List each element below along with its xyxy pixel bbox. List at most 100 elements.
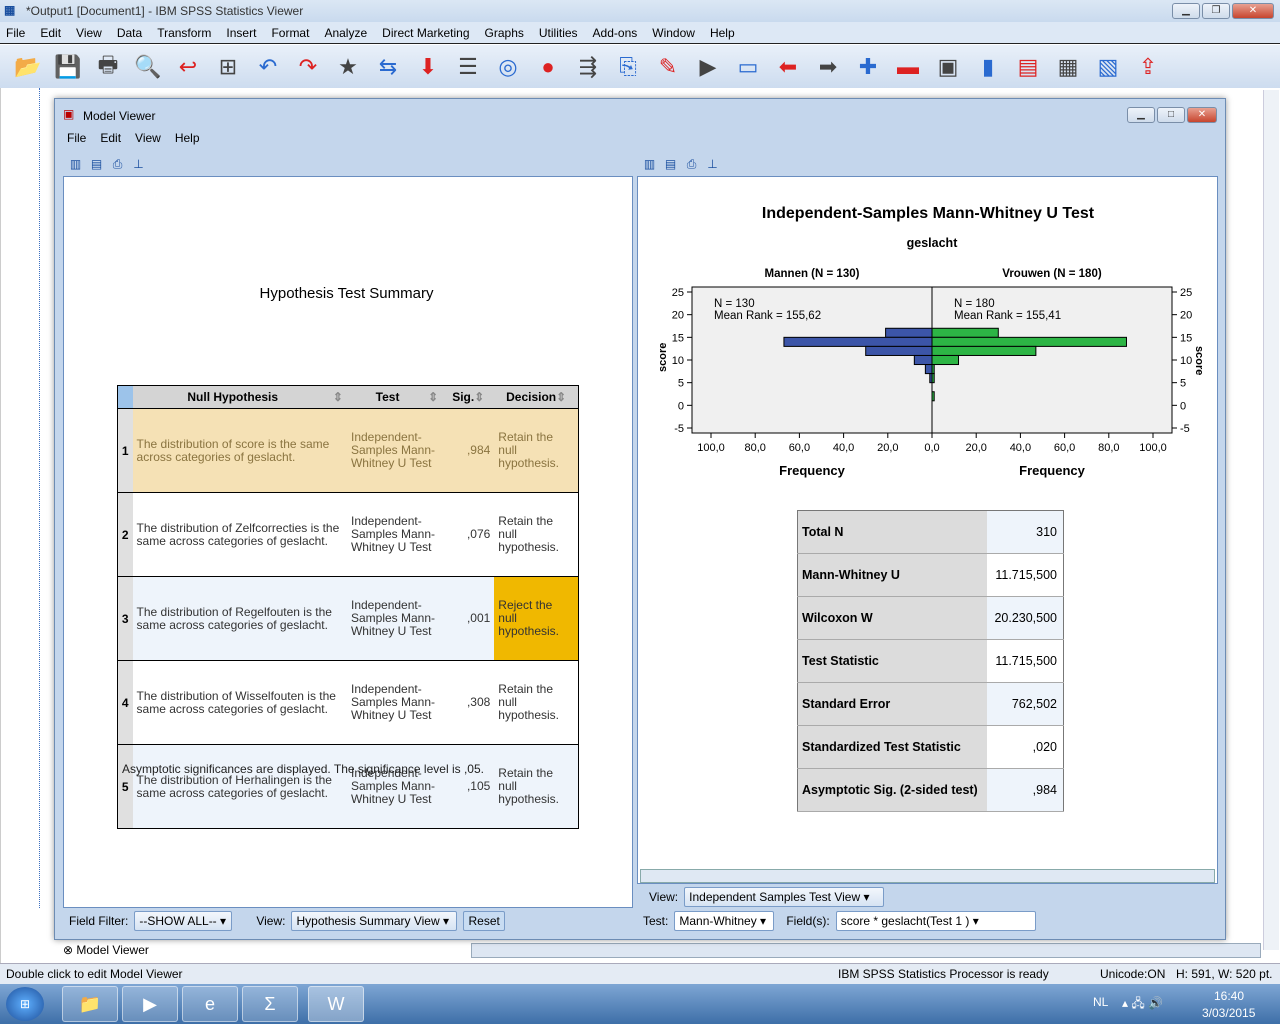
export-output-icon[interactable]: ⇪ (1132, 51, 1164, 83)
test-select[interactable]: Mann-Whitney ▾ (674, 911, 775, 931)
language-indicator[interactable]: NL (1093, 995, 1108, 1009)
insert-heading-icon[interactable]: ▤ (1012, 51, 1044, 83)
redo-icon[interactable]: ↷ (292, 51, 324, 83)
menu-data[interactable]: Data (111, 22, 151, 43)
outline-item-model-viewer[interactable]: ⊗ Model Viewer (63, 943, 149, 957)
table-row[interactable]: 3 The distribution of Regelfouten is the … (117, 576, 579, 661)
taskbar-explorer[interactable]: 📁 (62, 986, 118, 1022)
histogram-bar-mannen (885, 327, 933, 338)
view-select[interactable]: Hypothesis Summary View ▾ (291, 911, 458, 931)
row-test: Independent-Samples Mann-Whitney U Test (350, 766, 436, 806)
menu-direct-marketing[interactable]: Direct Marketing (376, 22, 478, 43)
mv-menu-view[interactable]: View (131, 131, 171, 145)
right-view-select[interactable]: Independent Samples Test View ▾ (684, 887, 885, 907)
view-label: View: (256, 914, 286, 928)
close-button[interactable]: ✕ (1232, 3, 1274, 19)
mv-menu-edit[interactable]: Edit (96, 131, 131, 145)
y-tick-label-left: 5 (678, 378, 684, 390)
menu-format[interactable]: Format (265, 22, 318, 43)
forward-icon[interactable]: ➡ (812, 51, 844, 83)
insert-output-icon[interactable]: ⎘ (612, 51, 644, 83)
output-outline-icon[interactable]: ⇶ (572, 51, 604, 83)
fields-select[interactable]: score * geslacht(Test 1 ) ▾ (835, 911, 1036, 931)
layout-icon[interactable]: ⊥ (704, 156, 721, 173)
show-icon[interactable]: ▣ (932, 51, 964, 83)
horizontal-scrollbar[interactable] (471, 943, 1261, 958)
layout-icon[interactable]: ⊥ (130, 156, 147, 173)
taskbar-word[interactable]: W (308, 986, 364, 1022)
header-null-hypothesis[interactable]: Null Hypothesis ⇕ (132, 385, 347, 409)
mv-maximize-button[interactable]: □ (1157, 107, 1185, 123)
script-icon[interactable]: ✎ (652, 51, 684, 83)
hide-icon[interactable]: ▮ (972, 51, 1004, 83)
right-pane-hscrollbar[interactable] (640, 869, 1215, 883)
menu-graphs[interactable]: Graphs (479, 22, 533, 43)
recall-dialog-icon[interactable]: ⊞ (212, 51, 244, 83)
menu-help[interactable]: Help (704, 22, 744, 43)
open-icon[interactable]: 📂 (12, 51, 44, 83)
menu-transform[interactable]: Transform (151, 22, 220, 43)
designate-window-icon[interactable]: ▭ (732, 51, 764, 83)
insert-cases-icon[interactable]: ⬇ (412, 51, 444, 83)
mv-minimize-button[interactable]: ▁ (1127, 107, 1155, 123)
mv-close-button[interactable]: ✕ (1187, 107, 1217, 123)
mv-menu-help[interactable]: Help (171, 131, 210, 145)
mv-menu-file[interactable]: File (63, 131, 96, 145)
menu-window[interactable]: Window (646, 22, 704, 43)
table-row[interactable]: 2 The distribution of Zelfcorrecties is t… (117, 492, 579, 577)
header-decision[interactable]: Decision⇕ (494, 385, 579, 409)
menu-utilities[interactable]: Utilities (533, 22, 587, 43)
footnote: Asymptotic significances are displayed. … (122, 762, 484, 776)
variables-icon[interactable]: ☰ (452, 51, 484, 83)
insert-text-icon[interactable]: ▧ (1092, 51, 1124, 83)
fields-label: Field(s): (786, 914, 830, 928)
play-icon[interactable]: ▶ (692, 51, 724, 83)
taskbar-internet-explorer[interactable]: e (182, 986, 238, 1022)
insert-title-icon[interactable]: ▦ (1052, 51, 1084, 83)
field-filter-select[interactable]: --SHOW ALL-- ▾ (134, 911, 233, 931)
copy-table-icon[interactable]: ▤ (88, 156, 105, 173)
expand-icon[interactable]: ✚ (852, 51, 884, 83)
undo-icon[interactable]: ↶ (252, 51, 284, 83)
copy-chart-icon[interactable]: ▥ (67, 156, 84, 173)
clock-date[interactable]: 3/03/2015 (1202, 1006, 1255, 1020)
menu-insert[interactable]: Insert (220, 22, 265, 43)
model-viewer-icon: ▣ (63, 107, 75, 121)
weight-icon[interactable]: ● (532, 51, 564, 83)
header-sig[interactable]: Sig.⇕ (442, 385, 495, 409)
reset-button[interactable]: Reset (463, 911, 505, 931)
goto-case-icon[interactable]: ★ (332, 51, 364, 83)
taskbar-media-player[interactable]: ▶ (122, 986, 178, 1022)
back-icon[interactable]: ⬅ (772, 51, 804, 83)
pyramid-chart: 25 25 20 20 15 15 10 10 5 5 0 0 -5 -5 100,0 80,0 60,0 40,… (657, 268, 1205, 478)
menu-file[interactable]: File (0, 22, 34, 43)
copy-table-icon[interactable]: ▤ (662, 156, 679, 173)
x-tick-label: 20,0 (877, 442, 898, 454)
select-icon[interactable]: ◎ (492, 51, 524, 83)
menu-add-ons[interactable]: Add-ons (587, 22, 647, 43)
clock-time[interactable]: 16:40 (1214, 989, 1244, 1003)
print-preview-icon[interactable]: 🔍 (132, 51, 164, 83)
menu-analyze[interactable]: Analyze (318, 22, 376, 43)
print-icon[interactable]: 🖶 (92, 51, 124, 83)
header-test[interactable]: Test ⇕ (346, 385, 443, 409)
export-icon[interactable]: ↩ (172, 51, 204, 83)
save-icon[interactable]: 💾 (52, 51, 84, 83)
maximize-button[interactable]: ❐ (1202, 3, 1230, 19)
taskbar-spss[interactable]: Σ (242, 986, 298, 1022)
left-pane: Hypothesis Test Summary Null Hypothesis … (63, 176, 633, 908)
tray-icons[interactable]: ▴ 🖧 🔊 (1122, 994, 1163, 1015)
menu-edit[interactable]: Edit (34, 22, 70, 43)
copy-chart-icon[interactable]: ▥ (641, 156, 658, 173)
table-row[interactable]: 4 The distribution of Wisselfouten is the… (117, 660, 579, 745)
table-row[interactable]: 5 The distribution of Herhalingen is the … (117, 744, 579, 829)
goto-variable-icon[interactable]: ⇆ (372, 51, 404, 83)
print-icon[interactable]: ⎙ (683, 156, 700, 173)
collapse-icon[interactable]: ▬ (892, 51, 924, 83)
table-row[interactable]: 1 The distribution of score is the same a… (117, 408, 579, 493)
print-icon[interactable]: ⎙ (109, 156, 126, 173)
vertical-scrollbar[interactable] (1263, 90, 1279, 950)
start-button[interactable]: ⊞ (6, 987, 44, 1021)
minimize-button[interactable]: ▁ (1172, 3, 1200, 19)
menu-view[interactable]: View (70, 22, 111, 43)
